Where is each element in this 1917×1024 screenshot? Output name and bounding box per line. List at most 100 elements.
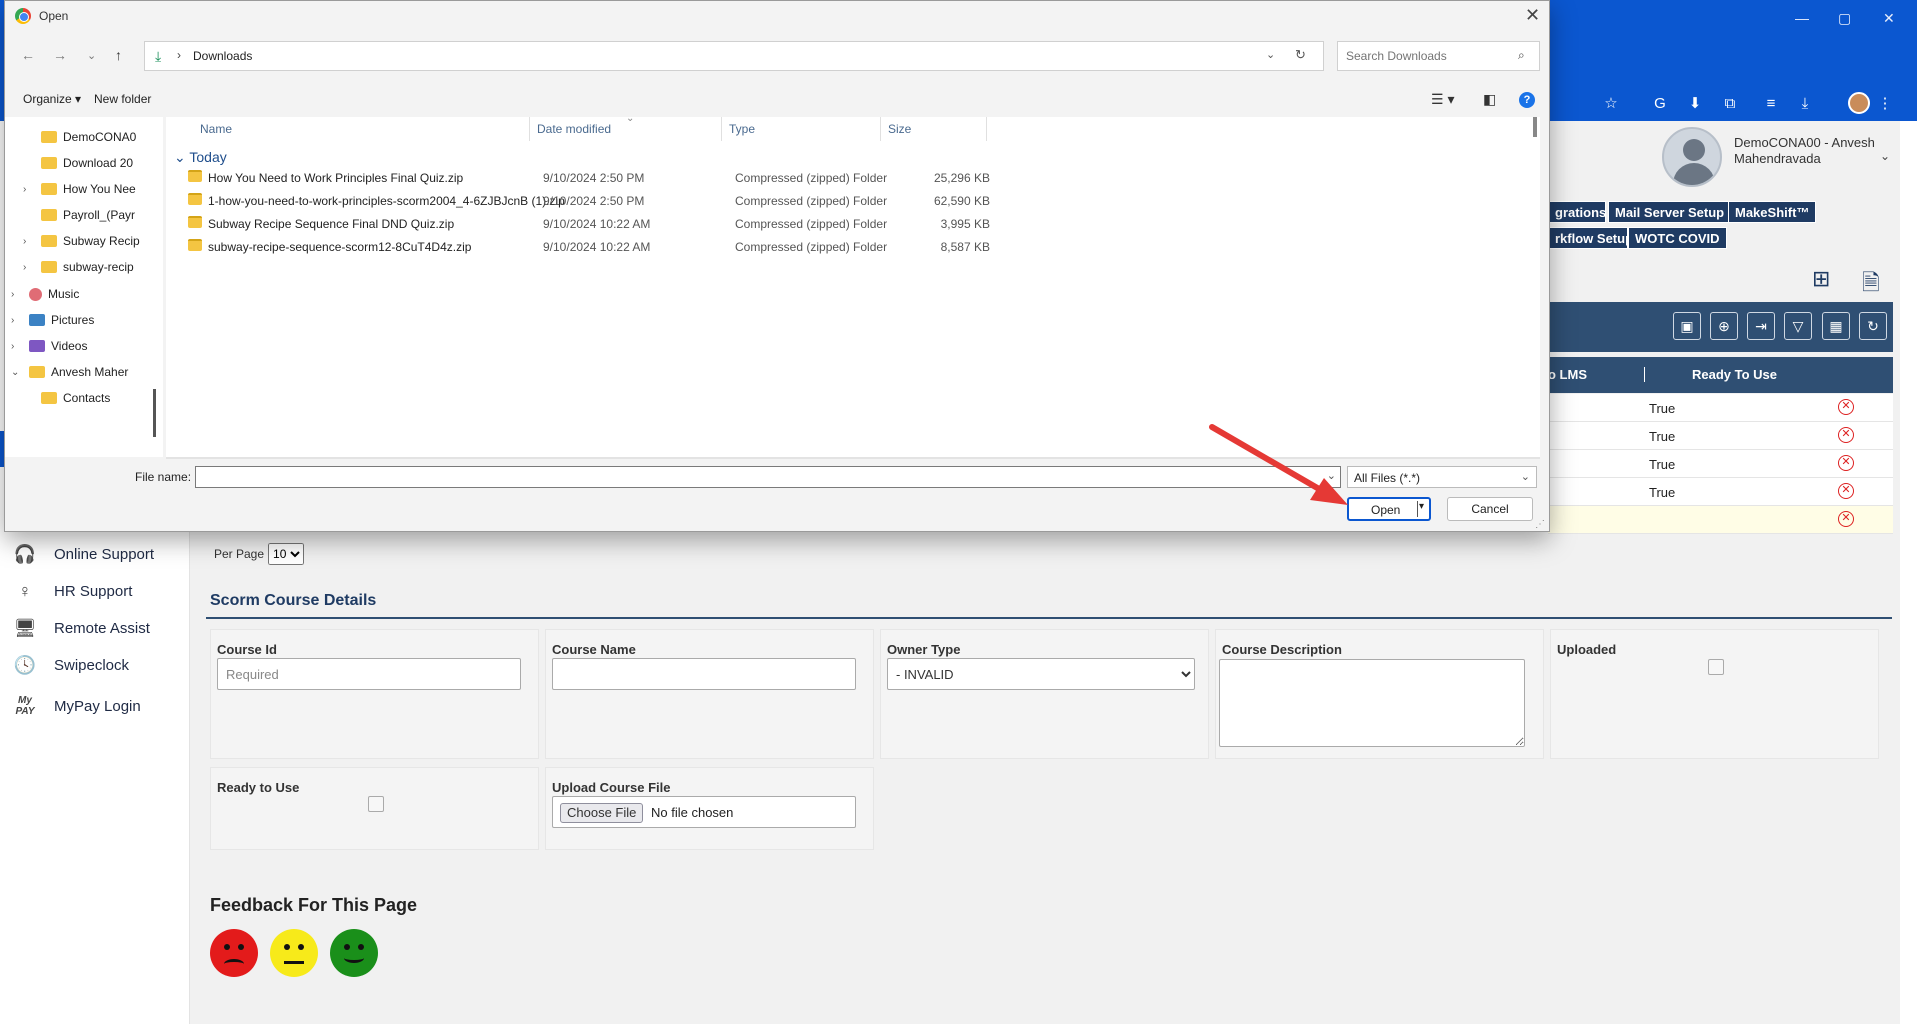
delete-icon[interactable]: ✕	[1838, 427, 1854, 443]
organize-button[interactable]: Organize ▾	[23, 92, 81, 106]
expand-chevron-icon[interactable]: ›	[23, 184, 37, 195]
course-name-input[interactable]	[552, 658, 856, 690]
file-row[interactable]: 1-how-you-need-to-work-principles-scorm2…	[166, 189, 1166, 213]
tree-item-payroll[interactable]: Payroll_(Payr	[23, 203, 135, 227]
delete-icon[interactable]: ✕	[1838, 455, 1854, 471]
choose-file-button[interactable]: Choose File	[560, 803, 644, 823]
table-row[interactable]: True ✕	[1548, 422, 1893, 450]
view-options-icon[interactable]: ☰ ▾	[1431, 91, 1454, 108]
refresh-icon[interactable]: ↻	[1295, 47, 1306, 63]
tab-mail-server-setup[interactable]: Mail Server Setup	[1608, 201, 1732, 223]
sad-face-icon[interactable]	[210, 929, 258, 977]
downloads-icon[interactable]: ⤓	[1794, 93, 1816, 115]
tree-item-anvesh[interactable]: ⌄ Anvesh Maher	[11, 360, 128, 384]
course-description-textarea[interactable]	[1219, 659, 1525, 747]
tree-item-subway-recipe-scorm[interactable]: › subway-recip	[23, 255, 134, 279]
owner-type-select[interactable]: - INVALID	[887, 658, 1195, 690]
breadcrumb[interactable]: Downloads	[193, 49, 252, 63]
column-header-ready-to-use[interactable]: Ready To Use	[1644, 367, 1824, 382]
document-icon[interactable]: 🗎	[1862, 266, 1880, 304]
resize-grip-icon[interactable]: ⋰	[1535, 519, 1545, 530]
filter-icon[interactable]: ▽	[1784, 312, 1812, 340]
course-id-input[interactable]	[217, 658, 521, 690]
column-header-name[interactable]: Name	[200, 122, 232, 136]
column-header-size[interactable]: Size	[888, 122, 911, 136]
back-icon[interactable]: ←	[21, 47, 35, 63]
up-icon[interactable]: ↑	[115, 47, 122, 63]
bookmark-star-icon[interactable]: ☆	[1600, 93, 1622, 115]
minimize-icon[interactable]: —	[1795, 10, 1809, 26]
browser-menu-icon[interactable]: ⋮	[1874, 93, 1896, 115]
preview-pane-icon[interactable]: ◧	[1483, 91, 1496, 108]
sidebar-item-mypay[interactable]: My PAY MyPay Login	[12, 691, 140, 721]
export-icon[interactable]: ⇥	[1747, 312, 1775, 340]
sidebar-item-remote-assist[interactable]: 🖥 Remote Assist	[12, 613, 150, 643]
expand-chevron-icon[interactable]: ⌄	[11, 367, 25, 378]
search-input[interactable]	[1344, 47, 1504, 65]
chevron-down-icon[interactable]: ⌄	[1327, 469, 1336, 482]
refresh-icon[interactable]: ↻	[1859, 312, 1887, 340]
address-bar[interactable]: ⤓ › Downloads ⌄ ↻	[144, 41, 1324, 71]
tree-item-download[interactable]: Download 20	[23, 151, 133, 175]
scrollbar[interactable]	[1533, 117, 1537, 137]
profile-avatar[interactable]	[1848, 92, 1870, 114]
tree-item-how-you-need[interactable]: › How You Nee	[23, 177, 136, 201]
uploaded-checkbox[interactable]	[1708, 659, 1724, 675]
tree-item-subway-recipe[interactable]: › Subway Recip	[23, 229, 140, 253]
file-row[interactable]: subway-recipe-sequence-scorm12-8CuT4D4z.…	[166, 235, 1166, 259]
file-row[interactable]: Subway Recipe Sequence Final DND Quiz.zi…	[166, 212, 1166, 236]
new-folder-button[interactable]: New folder	[94, 92, 151, 106]
delete-icon[interactable]: ✕	[1838, 483, 1854, 499]
expand-chevron-icon[interactable]: ›	[11, 315, 25, 326]
group-header-today[interactable]: ⌄ Today	[174, 149, 227, 166]
extensions-puzzle-icon[interactable]: ⧉	[1719, 93, 1741, 115]
table-row[interactable]: True ✕	[1548, 450, 1893, 478]
file-name-input[interactable]: ⌄	[195, 466, 1341, 488]
per-page-select[interactable]: 10	[268, 543, 305, 565]
file-input[interactable]: Choose File No file chosen	[552, 796, 856, 828]
user-menu[interactable]: DemoCONA00 - Anvesh Mahendravada ⌄	[1662, 127, 1902, 191]
add-icon[interactable]: ⊕	[1710, 312, 1738, 340]
file-type-filter[interactable]: All Files (*.*) ⌄	[1347, 466, 1537, 488]
extension-download-icon[interactable]: ⬇	[1684, 93, 1706, 115]
close-window-icon[interactable]: ✕	[1883, 10, 1895, 27]
open-button[interactable]: Open ▾	[1347, 497, 1431, 521]
tab-workflow-setup[interactable]: rkflow Setup	[1548, 227, 1633, 249]
tree-item-music[interactable]: › Music	[11, 282, 79, 306]
tree-item-videos[interactable]: › Videos	[11, 334, 87, 358]
pane-splitter[interactable]	[153, 389, 156, 437]
table-icon[interactable]: ▦	[1822, 312, 1850, 340]
recent-locations-icon[interactable]: ⌄	[87, 49, 96, 62]
delete-icon[interactable]: ✕	[1838, 511, 1854, 527]
neutral-face-icon[interactable]	[270, 929, 318, 977]
grid-view-icon[interactable]: ⊞	[1812, 266, 1830, 292]
tab-integrations[interactable]: grations	[1548, 201, 1606, 223]
close-icon[interactable]: ✕	[1525, 5, 1540, 26]
column-header-lms[interactable]: o LMS	[1548, 367, 1644, 382]
expand-chevron-icon[interactable]: ›	[23, 236, 37, 247]
column-header-date[interactable]: Date modified	[537, 122, 611, 136]
save-icon[interactable]: ▣	[1673, 312, 1701, 340]
table-row-new[interactable]: ✕	[1548, 506, 1893, 534]
sidebar-item-hr-support[interactable]: ♀ HR Support	[12, 576, 132, 606]
help-icon[interactable]: ?	[1519, 92, 1535, 108]
sidebar-item-online-support[interactable]: 🎧 Online Support	[12, 539, 154, 569]
expand-chevron-icon[interactable]: ›	[11, 289, 25, 300]
ready-to-use-checkbox[interactable]	[368, 796, 384, 812]
chevron-down-icon[interactable]: ⌄	[1266, 48, 1275, 61]
tab-makeshift[interactable]: MakeShift™	[1728, 201, 1817, 223]
column-header-type[interactable]: Type	[729, 122, 755, 136]
tree-item-contacts[interactable]: Contacts	[23, 386, 110, 410]
delete-icon[interactable]: ✕	[1838, 399, 1854, 415]
tree-item-pictures[interactable]: › Pictures	[11, 308, 94, 332]
media-control-icon[interactable]: ≡	[1760, 93, 1782, 115]
table-row[interactable]: True ✕	[1548, 394, 1893, 422]
forward-icon[interactable]: →	[53, 47, 67, 63]
sidebar-item-swipeclock[interactable]: 🕓 Swipeclock	[12, 650, 129, 680]
happy-face-icon[interactable]	[330, 929, 378, 977]
table-row[interactable]: True ✕	[1548, 478, 1893, 506]
expand-chevron-icon[interactable]: ›	[23, 262, 37, 273]
restore-icon[interactable]: ▢	[1838, 10, 1851, 27]
expand-chevron-icon[interactable]: ›	[11, 341, 25, 352]
file-row[interactable]: How You Need to Work Principles Final Qu…	[166, 166, 1166, 190]
